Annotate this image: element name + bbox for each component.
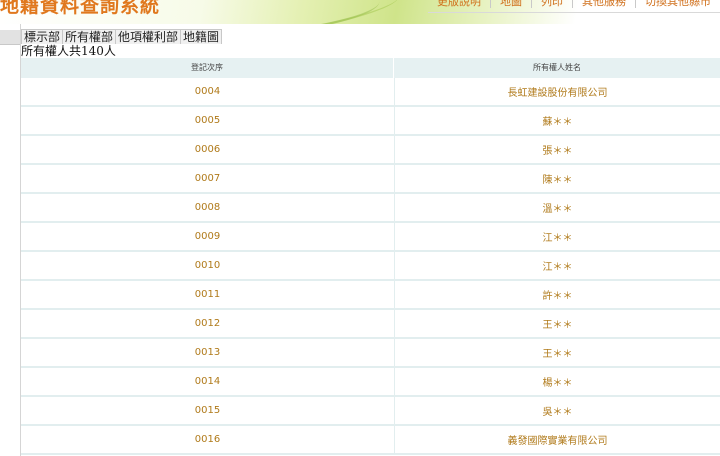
table-row: 0011 許＊＊ xyxy=(21,281,720,310)
cell-registration-seq: 0008 xyxy=(194,202,221,213)
cell-owner-name: 蘇＊＊ xyxy=(542,117,573,128)
site-title: 地籍資料查詢系統 xyxy=(0,0,161,17)
table-row: 0007 陳＊＊ xyxy=(21,165,720,194)
cell-registration-seq: 0011 xyxy=(194,289,221,300)
cell-owner-name: 王＊＊ xyxy=(542,349,573,360)
cell-owner-name: 江＊＊ xyxy=(542,262,573,273)
table-header: 登記次序 所有權人姓名 xyxy=(21,58,720,78)
nav-print-link[interactable]: 列印 xyxy=(531,0,572,8)
table-row: 0005 蘇＊＊ xyxy=(21,107,720,136)
cell-registration-seq: 0013 xyxy=(194,347,221,358)
tab-ownership[interactable]: 所有權部 xyxy=(63,29,117,44)
cell-owner-name: 溫＊＊ xyxy=(542,204,573,215)
table-row: 0006 張＊＊ xyxy=(21,136,720,165)
cell-owner-name: 江＊＊ xyxy=(542,233,573,244)
cell-registration-seq: 0014 xyxy=(194,376,221,387)
cell-registration-seq: 0004 xyxy=(194,86,221,97)
table-row: 0012 王＊＊ xyxy=(21,310,720,339)
owner-count: 所有權人共140人 xyxy=(21,44,116,58)
column-header-seq: 登記次序 xyxy=(21,58,394,78)
cell-registration-seq: 0006 xyxy=(194,144,221,155)
nav-underline xyxy=(428,12,720,13)
cell-registration-seq: 0005 xyxy=(194,115,221,126)
cell-owner-name: 楊＊＊ xyxy=(542,378,573,389)
owners-table: 登記次序 所有權人姓名 0004 長虹建設股份有限公司 0005 蘇＊＊ 0006 張＊＊… xyxy=(21,58,720,455)
section-tabs: 標示部 所有權部 他項權利部 地籍圖 xyxy=(21,29,223,44)
table-row: 0008 溫＊＊ xyxy=(21,194,720,223)
table-row: 0015 吳＊＊ xyxy=(21,397,720,426)
cell-owner-name: 王＊＊ xyxy=(542,320,573,331)
tab-cadastral-map[interactable]: 地籍圖 xyxy=(181,29,223,44)
cell-owner-name: 許＊＊ xyxy=(542,291,573,302)
nav-changelog-link[interactable]: 更版說明 xyxy=(428,0,490,8)
cell-registration-seq: 0016 xyxy=(194,434,221,445)
cell-owner-name: 義發國際實業有限公司 xyxy=(507,436,608,447)
table-row: 0013 王＊＊ xyxy=(21,339,720,368)
cell-owner-name: 長虹建設股份有限公司 xyxy=(507,88,608,99)
cell-registration-seq: 0012 xyxy=(194,318,221,329)
cell-registration-seq: 0009 xyxy=(194,231,221,242)
tab-other-rights[interactable]: 他項權利部 xyxy=(116,29,182,44)
cell-registration-seq: 0015 xyxy=(194,405,221,416)
tab-land-description[interactable]: 標示部 xyxy=(21,29,64,44)
top-navigation: 更版說明 地圖 列印 其他服務 切換其他縣市 xyxy=(428,0,720,13)
left-frame-cap xyxy=(0,30,20,45)
table-row: 0014 楊＊＊ xyxy=(21,368,720,397)
table-row: 0004 長虹建設股份有限公司 xyxy=(21,78,720,107)
table-body: 0004 長虹建設股份有限公司 0005 蘇＊＊ 0006 張＊＊ 0007 陳＊＊ 0008 溫… xyxy=(21,78,720,455)
table-row: 0010 江＊＊ xyxy=(21,252,720,281)
cell-registration-seq: 0007 xyxy=(194,173,221,184)
table-row: 0016 義發國際實業有限公司 xyxy=(21,426,720,455)
nav-map-link[interactable]: 地圖 xyxy=(490,0,531,8)
site-header: 地籍資料查詢系統 更版說明 地圖 列印 其他服務 切換其他縣市 xyxy=(0,0,720,24)
cell-owner-name: 張＊＊ xyxy=(542,146,573,157)
cell-owner-name: 吳＊＊ xyxy=(542,407,573,418)
nav-switch-county-link[interactable]: 切換其他縣市 xyxy=(635,0,720,8)
left-frame-strip xyxy=(0,24,21,456)
cell-registration-seq: 0010 xyxy=(194,260,221,271)
table-row: 0009 江＊＊ xyxy=(21,223,720,252)
column-header-owner: 所有權人姓名 xyxy=(533,63,581,72)
cell-owner-name: 陳＊＊ xyxy=(542,175,573,186)
nav-other-services-link[interactable]: 其他服務 xyxy=(572,0,635,8)
